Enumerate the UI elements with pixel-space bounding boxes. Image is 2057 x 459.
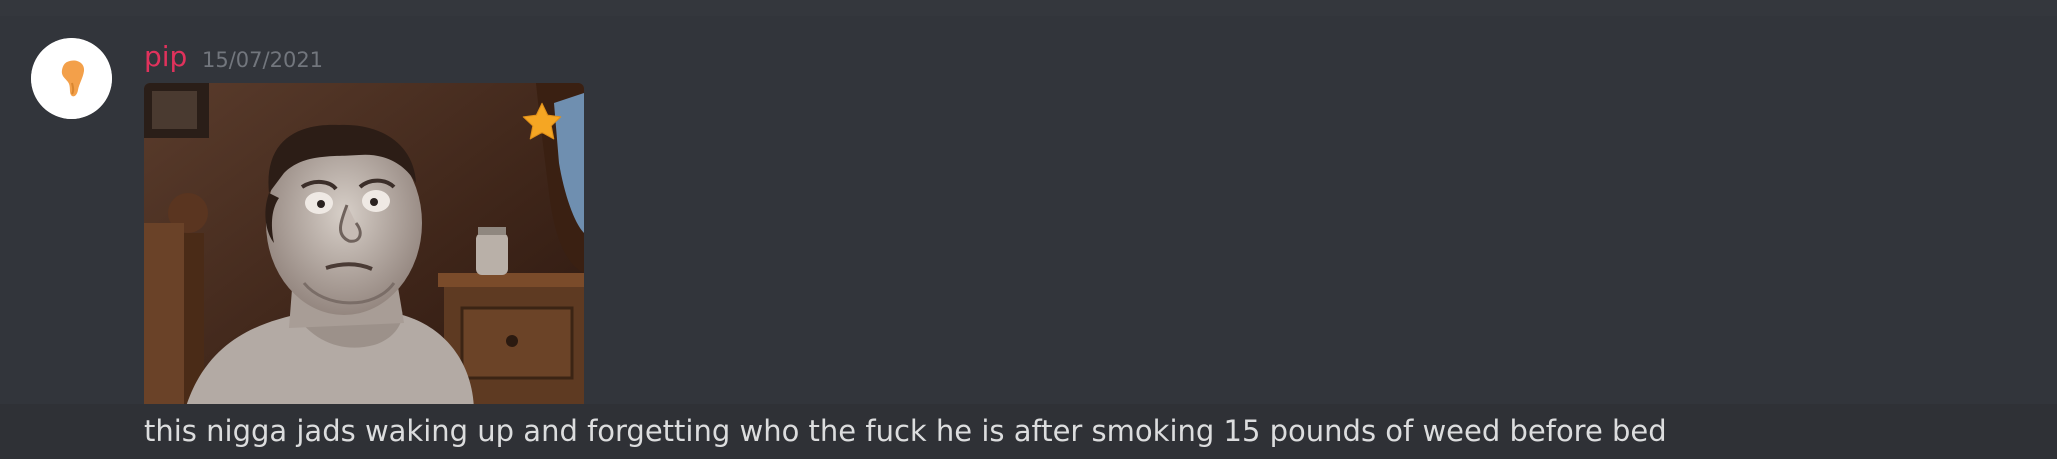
user-avatar[interactable] [31,38,112,119]
orange-blob-avatar-icon [31,38,112,119]
chat-message: pip 15/07/2021 [0,16,2057,413]
image-attachment[interactable] [144,83,584,413]
username[interactable]: pip [144,38,187,76]
star-icon[interactable] [520,100,564,144]
cartoon-man-in-bed-image-icon [144,83,584,413]
previous-message-area [0,0,2057,16]
message-content: this nigga jads waking up and forgetting… [144,414,1667,448]
timestamp: 15/07/2021 [202,48,324,72]
